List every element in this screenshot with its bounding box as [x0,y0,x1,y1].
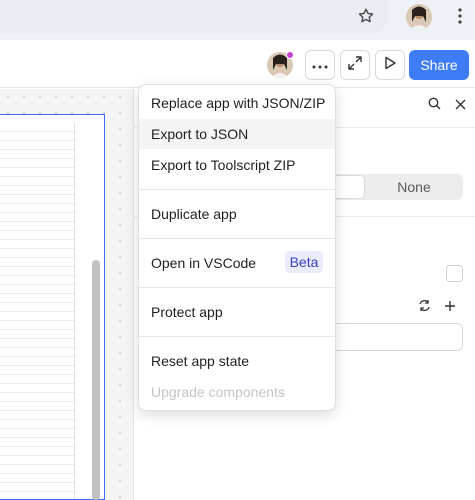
menu-item-export-toolscript-zip[interactable]: Export to Toolscript ZIP [139,150,335,180]
browser-menu-button[interactable] [448,5,472,31]
preview-button[interactable] [375,50,405,80]
browser-profile-avatar[interactable] [406,4,432,30]
menu-divider [139,238,335,239]
menu-item-label: Open in VSCode [151,255,257,271]
refresh-icon [418,299,431,317]
fullscreen-button[interactable] [340,50,370,80]
kebab-icon [458,7,462,29]
menu-divider [139,336,335,337]
segment-option-none[interactable]: None [365,175,463,199]
close-icon [455,97,466,115]
share-button[interactable]: Share [409,50,469,80]
selected-component-frame[interactable] [0,114,105,500]
menu-item-reset-app-state[interactable]: Reset app state [139,346,335,376]
refresh-button[interactable] [416,300,432,316]
canvas-scrollbar-thumb[interactable] [92,260,100,500]
search-icon [428,97,441,115]
more-options-button[interactable] [305,50,335,80]
menu-divider [139,189,335,190]
panel-search-button[interactable] [425,97,443,115]
plus-icon [444,299,456,317]
expand-icon [348,55,362,75]
more-horizontal-icon [312,56,328,74]
menu-item-protect-app[interactable]: Protect app [139,297,335,327]
app-actions-menu: Replace app with JSON/ZIP Export to JSON… [138,84,336,411]
menu-item-duplicate-app[interactable]: Duplicate app [139,199,335,229]
menu-item-export-json[interactable]: Export to JSON [139,119,335,149]
beta-badge: Beta [285,251,323,273]
menu-item-replace-app[interactable]: Replace app with JSON/ZIP [139,88,335,118]
play-icon [383,56,397,75]
browser-address-bar[interactable] [0,0,388,34]
presence-indicator [286,51,294,59]
add-item-button[interactable] [442,300,458,316]
menu-item-upgrade-components: Upgrade components [151,384,285,400]
star-icon [357,7,375,30]
bookmark-star-button[interactable] [352,5,380,31]
menu-divider [139,287,335,288]
table-placeholder-rows [0,123,75,499]
panel-close-button[interactable] [451,97,469,115]
property-checkbox[interactable] [446,265,463,282]
